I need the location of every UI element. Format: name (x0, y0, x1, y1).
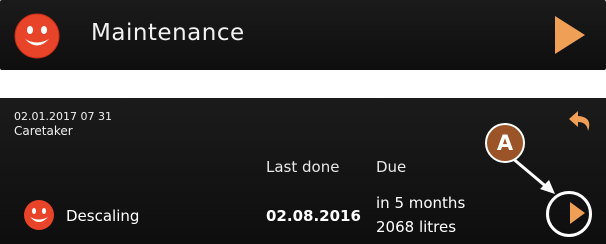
callout-badge: A (485, 123, 525, 163)
callout-pointer-arrow (510, 155, 555, 194)
